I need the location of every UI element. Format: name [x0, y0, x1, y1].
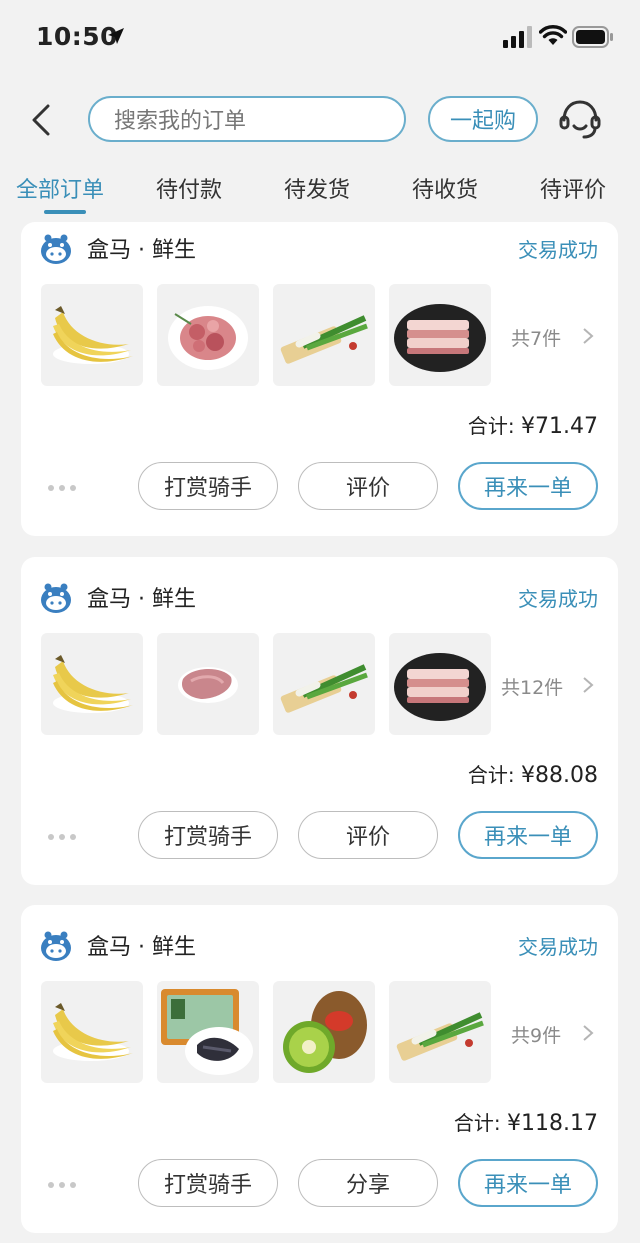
tip-rider-button[interactable]: 打赏骑手 [138, 462, 278, 510]
order-total: 合计: ¥118.17 [454, 1107, 598, 1136]
active-tab-indicator [44, 210, 86, 214]
store-row: 盒马 · 鲜生 交易成功 [21, 579, 618, 619]
group-buy-button[interactable]: 一起购 [428, 96, 538, 142]
order-status: 交易成功 [518, 238, 598, 262]
product-image-kiwi[interactable] [273, 981, 375, 1083]
reorder-button[interactable]: 再来一单 [458, 811, 598, 859]
tip-rider-button[interactable]: 打赏骑手 [138, 1159, 278, 1207]
chevron-right-icon[interactable] [581, 675, 595, 695]
more-options-icon[interactable] [47, 484, 77, 492]
header: 搜索我的订单 一起购 [0, 90, 640, 152]
store-name: 盒马 · 鲜生 [87, 238, 196, 263]
item-count: 共7件 [511, 328, 562, 350]
search-input[interactable]: 搜索我的订单 [88, 96, 406, 142]
search-placeholder: 搜索我的订单 [114, 109, 247, 134]
review-button[interactable]: 评价 [298, 462, 438, 510]
tab-pending-review[interactable]: 待评价 [540, 172, 606, 204]
reorder-button[interactable]: 再来一单 [458, 1159, 598, 1207]
location-arrow-icon [108, 28, 124, 44]
tab-pending-shipment[interactable]: 待发货 [284, 172, 350, 204]
product-image-green-onion[interactable] [273, 633, 375, 735]
product-image-banana[interactable] [41, 981, 143, 1083]
total-amount: ¥118.17 [507, 1111, 598, 1136]
tab-pending-receipt[interactable]: 待收货 [412, 172, 478, 204]
order-tabs: 全部订单 待付款 待发货 待收货 待评价 [0, 166, 640, 220]
product-image-pork-belly[interactable] [389, 284, 491, 386]
item-count: 共12件 [501, 677, 564, 699]
store-name: 盒马 · 鲜生 [87, 587, 196, 612]
chevron-right-icon[interactable] [581, 1023, 595, 1043]
store-row: 盒马 · 鲜生 交易成功 [21, 230, 618, 270]
order-status: 交易成功 [518, 587, 598, 611]
total-label: 合计: [467, 763, 515, 787]
more-options-icon[interactable] [47, 833, 77, 841]
product-image-banana[interactable] [41, 284, 143, 386]
wifi-icon [539, 25, 567, 45]
store-row: 盒马 · 鲜生 交易成功 [21, 927, 618, 967]
product-image-pork-belly[interactable] [389, 633, 491, 735]
total-amount: ¥71.47 [521, 414, 598, 439]
product-image-pork-chunks[interactable] [157, 284, 259, 386]
tab-all-orders[interactable]: 全部订单 [16, 172, 104, 204]
battery-icon [572, 26, 613, 48]
store-name: 盒马 · 鲜生 [87, 935, 196, 960]
share-button[interactable]: 分享 [298, 1159, 438, 1207]
order-status: 交易成功 [518, 935, 598, 959]
total-label: 合计: [453, 1111, 501, 1135]
reorder-button[interactable]: 再来一单 [458, 462, 598, 510]
tab-pending-payment[interactable]: 待付款 [156, 172, 222, 204]
product-image-packaged-chicken-feet[interactable] [157, 981, 259, 1083]
total-label: 合计: [467, 414, 515, 438]
order-card[interactable]: 盒马 · 鲜生 交易成功 共7件 合计: ¥71.47 打赏骑手 评价 再来一单 [21, 222, 618, 536]
product-image-green-onion[interactable] [273, 284, 375, 386]
item-count: 共9件 [511, 1025, 562, 1047]
status-bar: 10:50 [0, 0, 640, 78]
order-card[interactable]: 盒马 · 鲜生 交易成功 共9件 合计: ¥118.17 打赏骑手 分享 再来一… [21, 905, 618, 1233]
tip-rider-button[interactable]: 打赏骑手 [138, 811, 278, 859]
product-image-beef-slice[interactable] [157, 633, 259, 735]
order-card[interactable]: 盒马 · 鲜生 交易成功 共12件 合计: ¥88.08 打赏骑手 评价 再来一… [21, 557, 618, 885]
hippo-logo-icon [41, 234, 71, 264]
hippo-logo-icon [41, 583, 71, 613]
customer-service-icon[interactable] [557, 96, 603, 142]
product-image-banana[interactable] [41, 633, 143, 735]
total-amount: ¥88.08 [521, 763, 598, 788]
chevron-right-icon[interactable] [581, 326, 595, 346]
cellular-signal-icon [503, 26, 532, 48]
product-image-green-onion[interactable] [389, 981, 491, 1083]
review-button[interactable]: 评价 [298, 811, 438, 859]
order-total: 合计: ¥88.08 [468, 759, 598, 788]
order-total: 合计: ¥71.47 [468, 410, 598, 439]
back-icon[interactable] [24, 100, 58, 140]
hippo-logo-icon [41, 931, 71, 961]
more-options-icon[interactable] [47, 1181, 77, 1189]
